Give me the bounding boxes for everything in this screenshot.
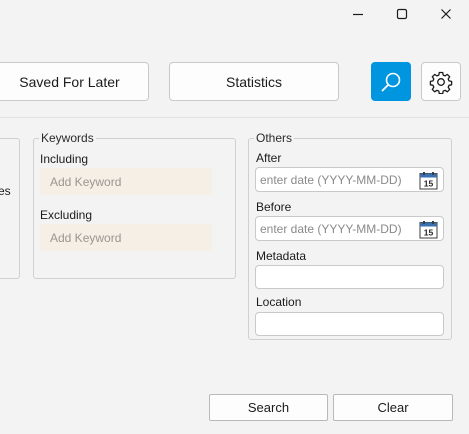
saved-for-later-label: Saved For Later: [19, 73, 120, 90]
after-label: After: [256, 151, 282, 165]
including-keyword-placeholder: Add Keyword: [50, 174, 122, 189]
statistics-label: Statistics: [225, 73, 282, 90]
gear-icon: [429, 71, 453, 94]
search-toggle-button[interactable]: [371, 62, 411, 101]
minimize-icon: [353, 13, 363, 16]
metadata-input[interactable]: [255, 265, 444, 289]
search-icon: [381, 72, 401, 91]
calendar-day-text: 15: [424, 228, 434, 238]
settings-button[interactable]: [421, 62, 461, 101]
saved-for-later-button[interactable]: Saved For Later: [0, 62, 149, 101]
excluding-keyword-placeholder: Add Keyword: [50, 230, 122, 245]
calendar-icon[interactable]: 15: [419, 171, 438, 190]
toolbar-divider: [0, 117, 469, 118]
clear-button[interactable]: Clear: [333, 394, 453, 421]
before-date-placeholder: enter date (YYYY-MM-DD): [260, 221, 402, 236]
search-button-label: Search: [247, 400, 290, 415]
after-date-placeholder: enter date (YYYY-MM-DD): [260, 172, 402, 187]
maximize-button[interactable]: [381, 0, 423, 28]
calendar-day-text: 15: [424, 179, 434, 189]
minimize-button[interactable]: [337, 0, 379, 28]
metadata-label: Metadata: [256, 249, 307, 263]
before-date-input[interactable]: enter date (YYYY-MM-DD) 15: [255, 216, 444, 241]
left-groupbox: es: [0, 138, 20, 279]
before-label: Before: [256, 200, 292, 214]
excluding-label: Excluding: [40, 208, 93, 222]
maximize-icon: [396, 8, 408, 20]
close-icon: [441, 9, 451, 19]
including-label: Including: [40, 152, 89, 166]
calendar-icon[interactable]: 15: [419, 220, 438, 239]
excluding-keyword-input[interactable]: Add Keyword: [40, 224, 212, 251]
left-partial-label: es: [0, 184, 11, 198]
location-label: Location: [256, 295, 302, 309]
statistics-button[interactable]: Statistics: [169, 62, 339, 101]
title-bar: [0, 0, 469, 30]
location-input[interactable]: [255, 312, 444, 336]
keywords-title: Keywords: [39, 131, 96, 145]
including-keyword-input[interactable]: Add Keyword: [40, 168, 212, 195]
clear-button-label: Clear: [377, 400, 409, 415]
others-title: Others: [254, 131, 295, 145]
search-button[interactable]: Search: [209, 394, 328, 421]
close-button[interactable]: [425, 0, 467, 28]
after-date-input[interactable]: enter date (YYYY-MM-DD) 15: [255, 167, 444, 192]
